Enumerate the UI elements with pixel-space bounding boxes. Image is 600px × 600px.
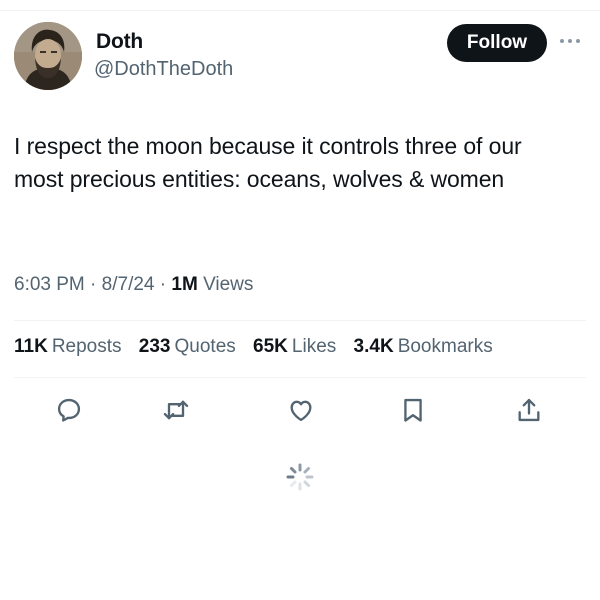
likes-label: Likes: [291, 336, 337, 357]
likes-stat[interactable]: 65K Likes: [253, 336, 336, 358]
quotes-count: 233: [138, 336, 171, 357]
more-options-icon[interactable]: [560, 36, 586, 46]
engagement-stats: 11K Reposts 233 Quotes 65K Likes 3.4K Bookma…: [14, 336, 493, 358]
bookmarks-stat[interactable]: 3.4K Bookmarks: [354, 336, 493, 358]
top-divider: [0, 10, 600, 11]
more-dot: [568, 39, 572, 43]
reply-icon[interactable]: [52, 393, 86, 427]
meta-separator: ·: [90, 274, 102, 295]
tweet-date[interactable]: 8/7/24: [102, 274, 155, 295]
tweet-meta: 6:03 PM · 8/7/24 · 1M Views: [14, 274, 253, 296]
stats-divider-bottom: [14, 377, 586, 378]
bookmark-icon[interactable]: [396, 393, 430, 427]
quotes-stat[interactable]: 233 Quotes: [139, 336, 236, 358]
meta-separator: ·: [159, 274, 172, 295]
share-icon[interactable]: [512, 393, 546, 427]
author-name[interactable]: Doth: [96, 30, 143, 54]
stats-divider-top: [14, 320, 586, 321]
more-dot: [560, 39, 564, 43]
likes-count: 65K: [253, 336, 288, 357]
like-icon[interactable]: [284, 393, 318, 427]
reposts-count: 11K: [14, 336, 48, 357]
reposts-stat[interactable]: 11K Reposts: [14, 336, 122, 358]
bookmarks-label: Bookmarks: [397, 336, 493, 357]
bookmarks-count: 3.4K: [353, 336, 394, 357]
views-count: 1M: [171, 274, 198, 295]
avatar[interactable]: [14, 22, 82, 90]
author-handle[interactable]: @DothTheDoth: [94, 58, 233, 81]
follow-button[interactable]: Follow: [447, 24, 547, 62]
repost-icon[interactable]: [159, 393, 193, 427]
action-bar: [0, 393, 600, 433]
quotes-label: Quotes: [174, 336, 236, 357]
more-dot: [576, 39, 580, 43]
views-label: Views: [203, 274, 254, 295]
loading-spinner-icon: [285, 462, 315, 492]
reposts-label: Reposts: [51, 336, 122, 357]
tweet-time[interactable]: 6:03 PM: [14, 274, 85, 295]
tweet-text: I respect the moon because it controls t…: [14, 133, 522, 192]
